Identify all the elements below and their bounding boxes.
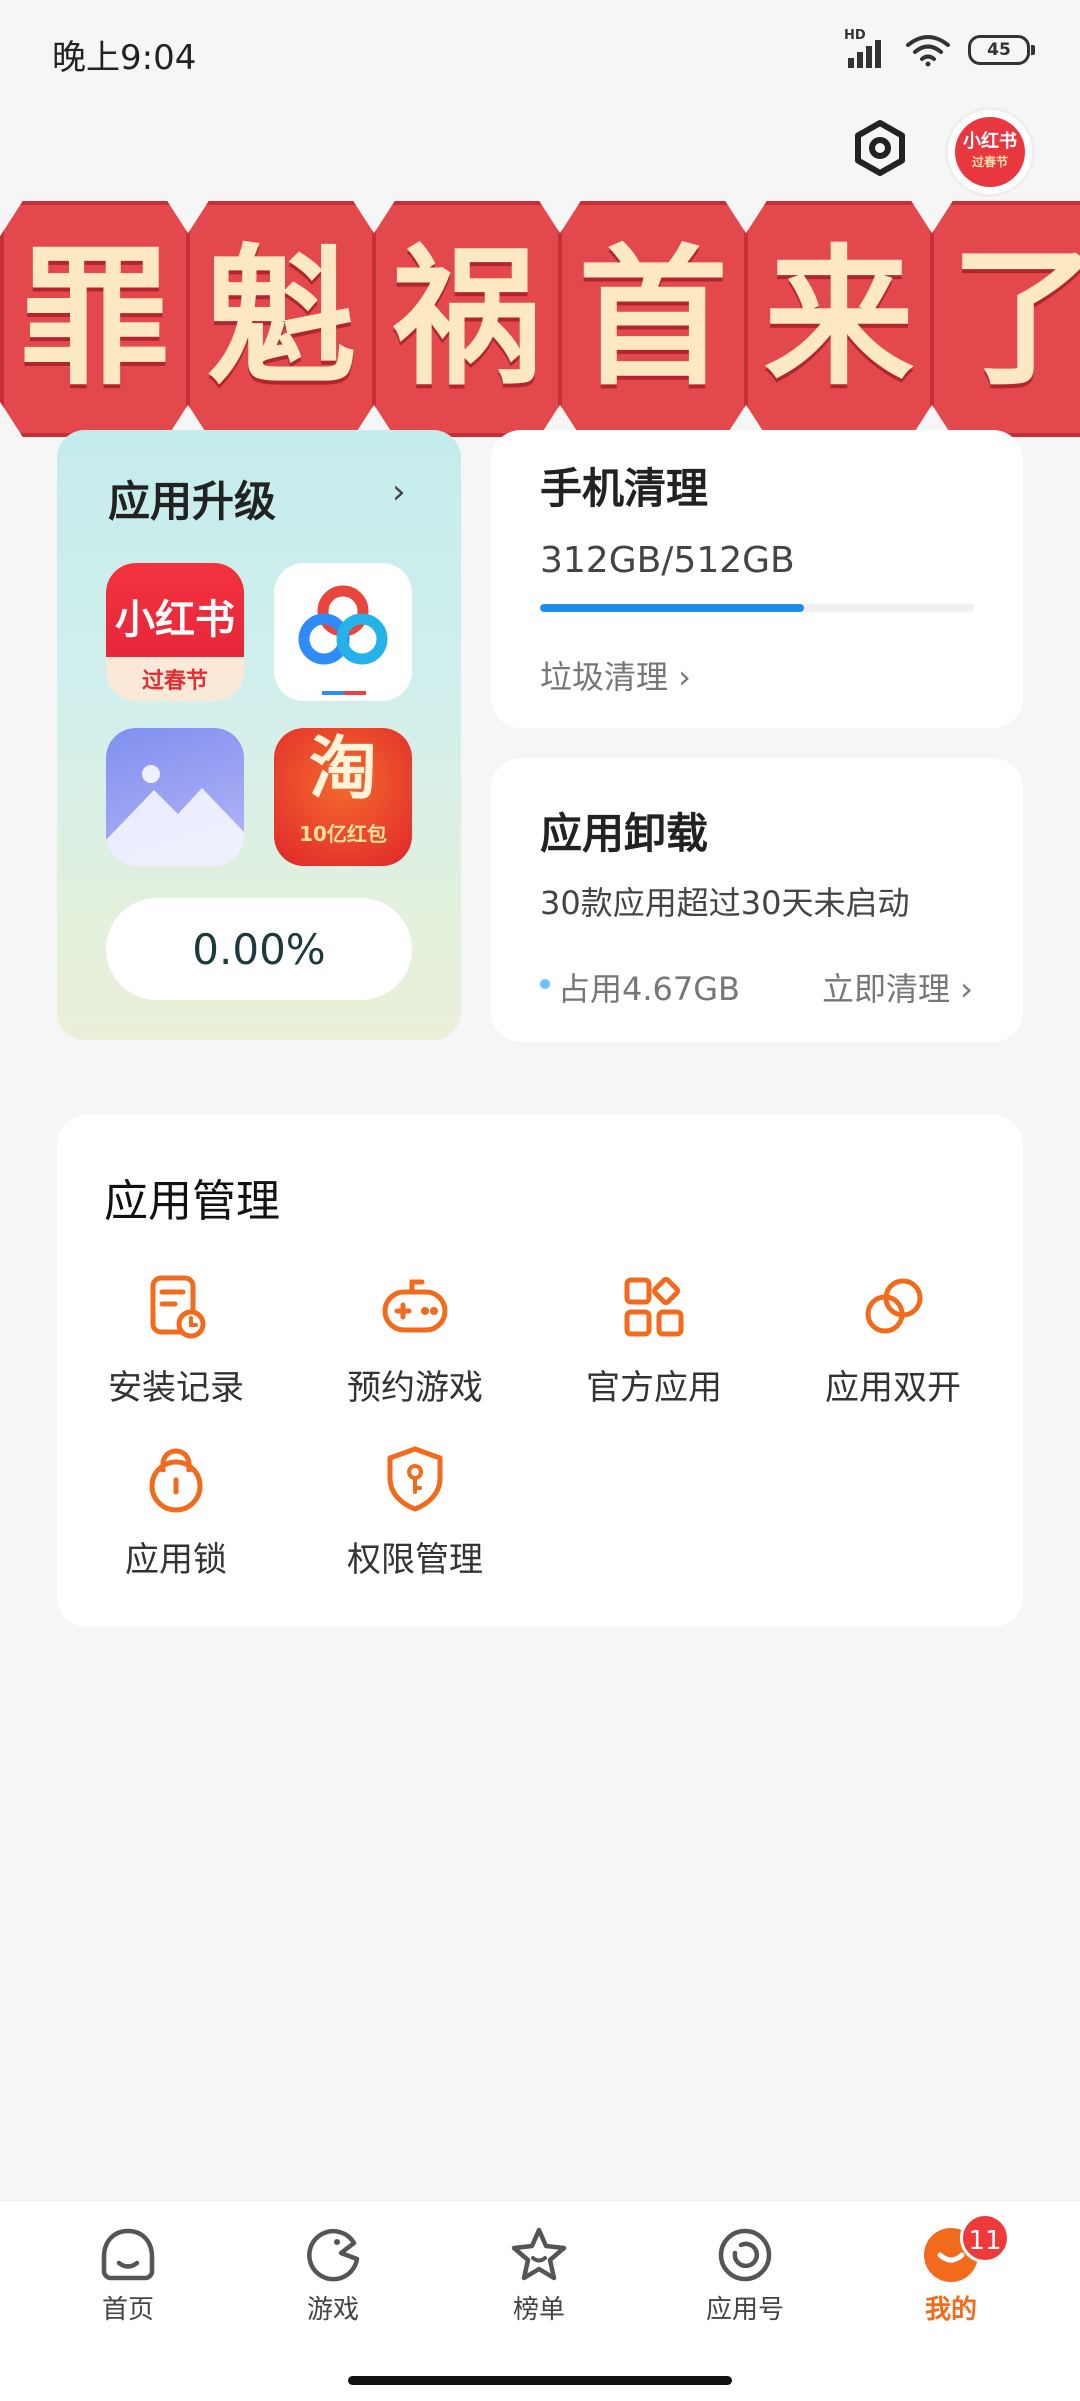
game-icon <box>307 2228 360 2282</box>
usage-dot-icon <box>540 979 550 989</box>
storage-progress-fill <box>540 604 805 612</box>
nav-games[interactable]: 游戏 <box>243 2225 423 2326</box>
clean-now-link[interactable]: 立即清理 › <box>822 964 973 1010</box>
settings-icon <box>855 120 905 176</box>
wifi-icon <box>906 35 950 67</box>
signal-icon: HD <box>844 28 888 68</box>
taobao-app-icon[interactable]: 淘 10亿红包 <box>274 728 412 866</box>
chevron-right-icon[interactable]: › <box>392 472 406 512</box>
install-record-item[interactable]: 安装记录 <box>76 1272 276 1409</box>
nav-rankings[interactable]: 榜单 <box>449 2225 629 2326</box>
lock-icon <box>149 1448 203 1513</box>
banner-char: 魁 <box>186 201 376 437</box>
junk-clean-link[interactable]: 垃圾清理 › <box>540 652 691 698</box>
gallery-app-icon[interactable] <box>106 728 244 866</box>
promo-banner: 罪 魁 祸 首 来 了 <box>0 195 1080 437</box>
nav-profile[interactable]: 我的 <box>861 2225 1041 2326</box>
banner-char: 首 <box>558 201 748 437</box>
shield-key-icon <box>387 1446 443 1512</box>
upgrade-progress-button[interactable]: 0.00% <box>106 898 412 1000</box>
apps-grid-icon <box>624 1277 684 1337</box>
app-lock-item[interactable]: 应用锁 <box>76 1444 276 1581</box>
storage-usage-text: 312GB/512GB <box>540 540 795 581</box>
app-upgrade-title: 应用升级 <box>108 477 277 526</box>
nav-app-account[interactable]: 应用号 <box>655 2225 835 2326</box>
battery-icon: 45 <box>968 35 1035 65</box>
status-time: 晚上9:04 <box>52 38 197 78</box>
nav-home[interactable]: 首页 <box>38 2225 218 2326</box>
notification-badge: 11 <box>960 2213 1010 2263</box>
app-management-title: 应用管理 <box>104 1176 280 1227</box>
uninstall-usage-text: 占用4.67GB <box>558 970 741 1008</box>
dual-apps-item[interactable]: 应用双开 <box>793 1272 993 1409</box>
install-record-icon <box>150 1275 206 1339</box>
banner-char: 罪 <box>0 201 190 437</box>
permission-management-item[interactable]: 权限管理 <box>315 1444 515 1581</box>
settings-button[interactable] <box>850 118 910 178</box>
dual-app-icon <box>865 1278 923 1334</box>
avatar-image: 小红书 过春节 <box>955 117 1025 187</box>
app-account-icon <box>718 2228 772 2282</box>
banner-char: 了 <box>930 201 1080 437</box>
xiaohongshu-app-icon[interactable]: 小红书 过春节 <box>106 563 244 701</box>
phone-cleanup-title: 手机清理 <box>540 464 709 513</box>
official-apps-item[interactable]: 官方应用 <box>554 1272 754 1409</box>
gamepad-icon <box>382 1279 448 1333</box>
storage-progress-bar <box>540 604 974 612</box>
banner-char: 来 <box>744 201 934 437</box>
star-icon <box>511 2227 567 2281</box>
app-uninstall-title: 应用卸载 <box>540 809 709 858</box>
app-uninstall-description: 30款应用超过30天未启动 <box>540 884 910 922</box>
banner-char: 祸 <box>372 201 562 437</box>
home-indicator[interactable] <box>348 2376 732 2385</box>
status-icons: HD 45 <box>844 28 1035 68</box>
reserve-games-item[interactable]: 预约游戏 <box>315 1272 515 1409</box>
avatar[interactable]: 小红书 过春节 <box>948 110 1032 194</box>
baidu-netdisk-app-icon[interactable] <box>274 563 412 701</box>
home-icon <box>101 2228 155 2281</box>
